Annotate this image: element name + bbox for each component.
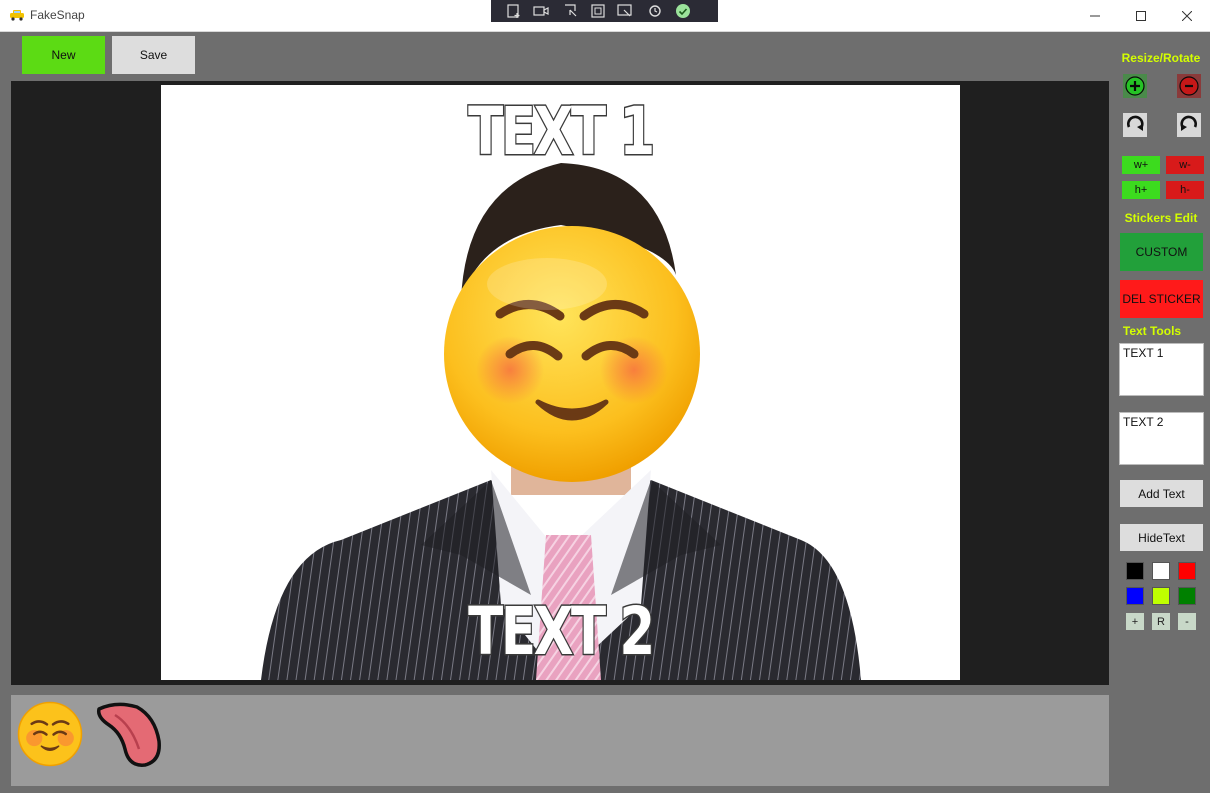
- text-tools-heading: Text Tools: [1122, 324, 1182, 338]
- minimize-icon: [1090, 15, 1100, 16]
- font-reset-button[interactable]: R: [1152, 613, 1170, 630]
- sticker-tray: [11, 695, 1109, 786]
- color-swatch-lime[interactable]: [1152, 587, 1170, 605]
- height-decrease-button[interactable]: h-: [1166, 181, 1204, 199]
- freeform-icon[interactable]: [563, 3, 579, 19]
- maximize-button[interactable]: [1118, 0, 1164, 31]
- rotate-clockwise-button[interactable]: [1123, 113, 1147, 137]
- photo-canvas[interactable]: TEXT 1 TEXT 2: [161, 85, 960, 680]
- taxi-icon: [10, 10, 24, 21]
- color-swatch-black[interactable]: [1126, 562, 1144, 580]
- tongue-sticker[interactable]: [95, 699, 165, 769]
- window-snip-icon[interactable]: [617, 3, 633, 19]
- blush-emoji-sticker[interactable]: [442, 224, 702, 484]
- new-snip-icon[interactable]: [506, 3, 522, 19]
- color-swatch-red[interactable]: [1178, 562, 1196, 580]
- new-button[interactable]: New: [22, 36, 105, 74]
- hide-text-button[interactable]: HideText: [1120, 524, 1203, 551]
- text1-input[interactable]: TEXT 1: [1119, 343, 1204, 396]
- minimize-button[interactable]: [1072, 0, 1118, 31]
- done-check-icon[interactable]: [675, 3, 691, 19]
- save-button[interactable]: Save: [112, 36, 195, 74]
- rect-icon[interactable]: [590, 3, 606, 19]
- custom-button[interactable]: CUSTOM: [1120, 233, 1203, 271]
- window-title: FakeSnap: [30, 8, 85, 22]
- meme-text-top[interactable]: TEXT 1: [249, 92, 872, 172]
- font-size-decrease-button[interactable]: -: [1178, 613, 1196, 630]
- capture-toolbar: [491, 0, 718, 22]
- close-button[interactable]: [1164, 0, 1210, 31]
- stickers-edit-heading: Stickers Edit: [1124, 211, 1198, 225]
- zoom-out-button[interactable]: [1177, 74, 1201, 98]
- close-icon: [1182, 10, 1192, 21]
- width-decrease-button[interactable]: w-: [1166, 156, 1204, 174]
- del-sticker-button[interactable]: DEL STICKER: [1120, 280, 1203, 318]
- rotate-counterclockwise-button[interactable]: [1177, 113, 1201, 137]
- delay-icon[interactable]: [647, 3, 663, 19]
- maximize-icon: [1136, 10, 1146, 21]
- color-swatch-white[interactable]: [1152, 562, 1170, 580]
- color-swatch-blue[interactable]: [1126, 587, 1144, 605]
- video-icon[interactable]: [533, 3, 549, 19]
- add-text-button[interactable]: Add Text: [1120, 480, 1203, 507]
- color-swatch-green[interactable]: [1178, 587, 1196, 605]
- meme-text-bottom[interactable]: TEXT 2: [249, 592, 872, 672]
- zoom-in-button[interactable]: [1123, 74, 1147, 98]
- font-size-increase-button[interactable]: +: [1126, 613, 1144, 630]
- resize-rotate-heading: Resize/Rotate: [1121, 51, 1201, 65]
- title-bar: FakeSnap: [0, 0, 1210, 32]
- text2-input[interactable]: TEXT 2: [1119, 412, 1204, 465]
- blush-smile-emoji[interactable]: [17, 701, 83, 767]
- width-increase-button[interactable]: w+: [1122, 156, 1160, 174]
- height-increase-button[interactable]: h+: [1122, 181, 1160, 199]
